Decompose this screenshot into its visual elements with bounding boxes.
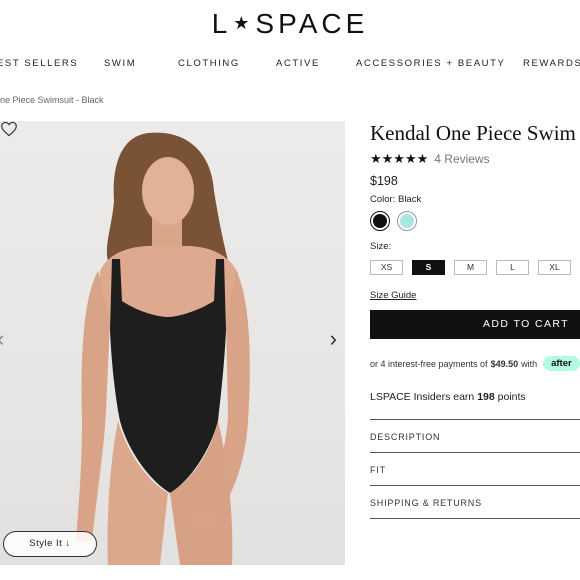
insiders-prefix: LSPACE Insiders earn [370,391,475,403]
color-swatch-black[interactable] [370,211,390,231]
size-option-xs[interactable]: XS [370,260,403,275]
product-rating[interactable]: ★★★★★ 4 Reviews [370,151,580,166]
insiders-suffix: points [497,391,526,403]
afterpay-suffix: with [521,358,538,369]
logo-star-icon: ★ [233,13,254,33]
size-selector: XS S M L XL [370,260,580,275]
nav-item-accessories-beauty[interactable]: ACCESSORIES + BEAUTY [356,58,505,69]
rating-stars-icon: ★★★★★ [370,151,429,166]
accordion-fit[interactable]: FIT [370,452,580,486]
afterpay-message: or 4 interest-free payments of $49.50 wi… [370,356,580,371]
nav-item-best-sellers[interactable]: EST SELLERS [0,58,78,69]
nav-item-rewards[interactable]: REWARDS [523,58,580,69]
nav-item-clothing[interactable]: CLOTHING [178,58,240,69]
product-info: Kendal One Piece Swim ★★★★★ 4 Reviews $1… [370,121,580,403]
nav-item-active[interactable]: ACTIVE [276,58,320,69]
size-label: Size: [370,241,392,252]
product-photo [76,132,250,565]
product-price: $198 [370,174,398,188]
breadcrumb[interactable]: ne Piece Swimsuit - Black [0,95,104,105]
gallery-prev-arrow-icon[interactable]: ‹ [0,328,4,350]
color-label: Color: Black [370,194,422,205]
afterpay-badge[interactable]: after [543,356,580,371]
size-guide-link[interactable]: Size Guide [370,290,580,301]
accordion-shipping-returns[interactable]: SHIPPING & RETURNS [370,485,580,519]
size-option-s[interactable]: S [412,260,445,275]
logo-text-left: L [211,8,232,39]
color-swatches [370,211,580,231]
wishlist-heart-icon[interactable] [0,121,18,137]
size-option-l[interactable]: L [496,260,529,275]
afterpay-amount: $49.50 [490,358,519,369]
logo-text-right: SPACE [255,8,369,39]
size-option-m[interactable]: M [454,260,487,275]
gallery-next-arrow-icon[interactable]: › [330,328,337,350]
site-logo[interactable]: L ★SPACE [0,8,580,40]
add-to-cart-button[interactable]: ADD TO CART [370,310,580,339]
insiders-points: 198 [477,391,495,403]
reviews-link[interactable]: 4 Reviews [434,152,489,166]
product-title: Kendal One Piece Swim [370,121,576,145]
size-option-xl[interactable]: XL [538,260,571,275]
product-gallery[interactable]: ‹ › Style It ↓ [0,121,345,565]
nav-item-swim[interactable]: SWIM [104,58,136,69]
insiders-points-message: LSPACE Insiders earn 198 points [370,391,580,403]
afterpay-prefix: or 4 interest-free payments of [370,358,488,369]
style-it-button[interactable]: Style It ↓ [3,531,97,557]
accordion-description[interactable]: DESCRIPTION [370,419,580,453]
main-nav: EST SELLERS SWIM CLOTHING ACTIVE ACCESSO… [0,58,580,72]
color-swatch-mint[interactable] [397,211,417,231]
